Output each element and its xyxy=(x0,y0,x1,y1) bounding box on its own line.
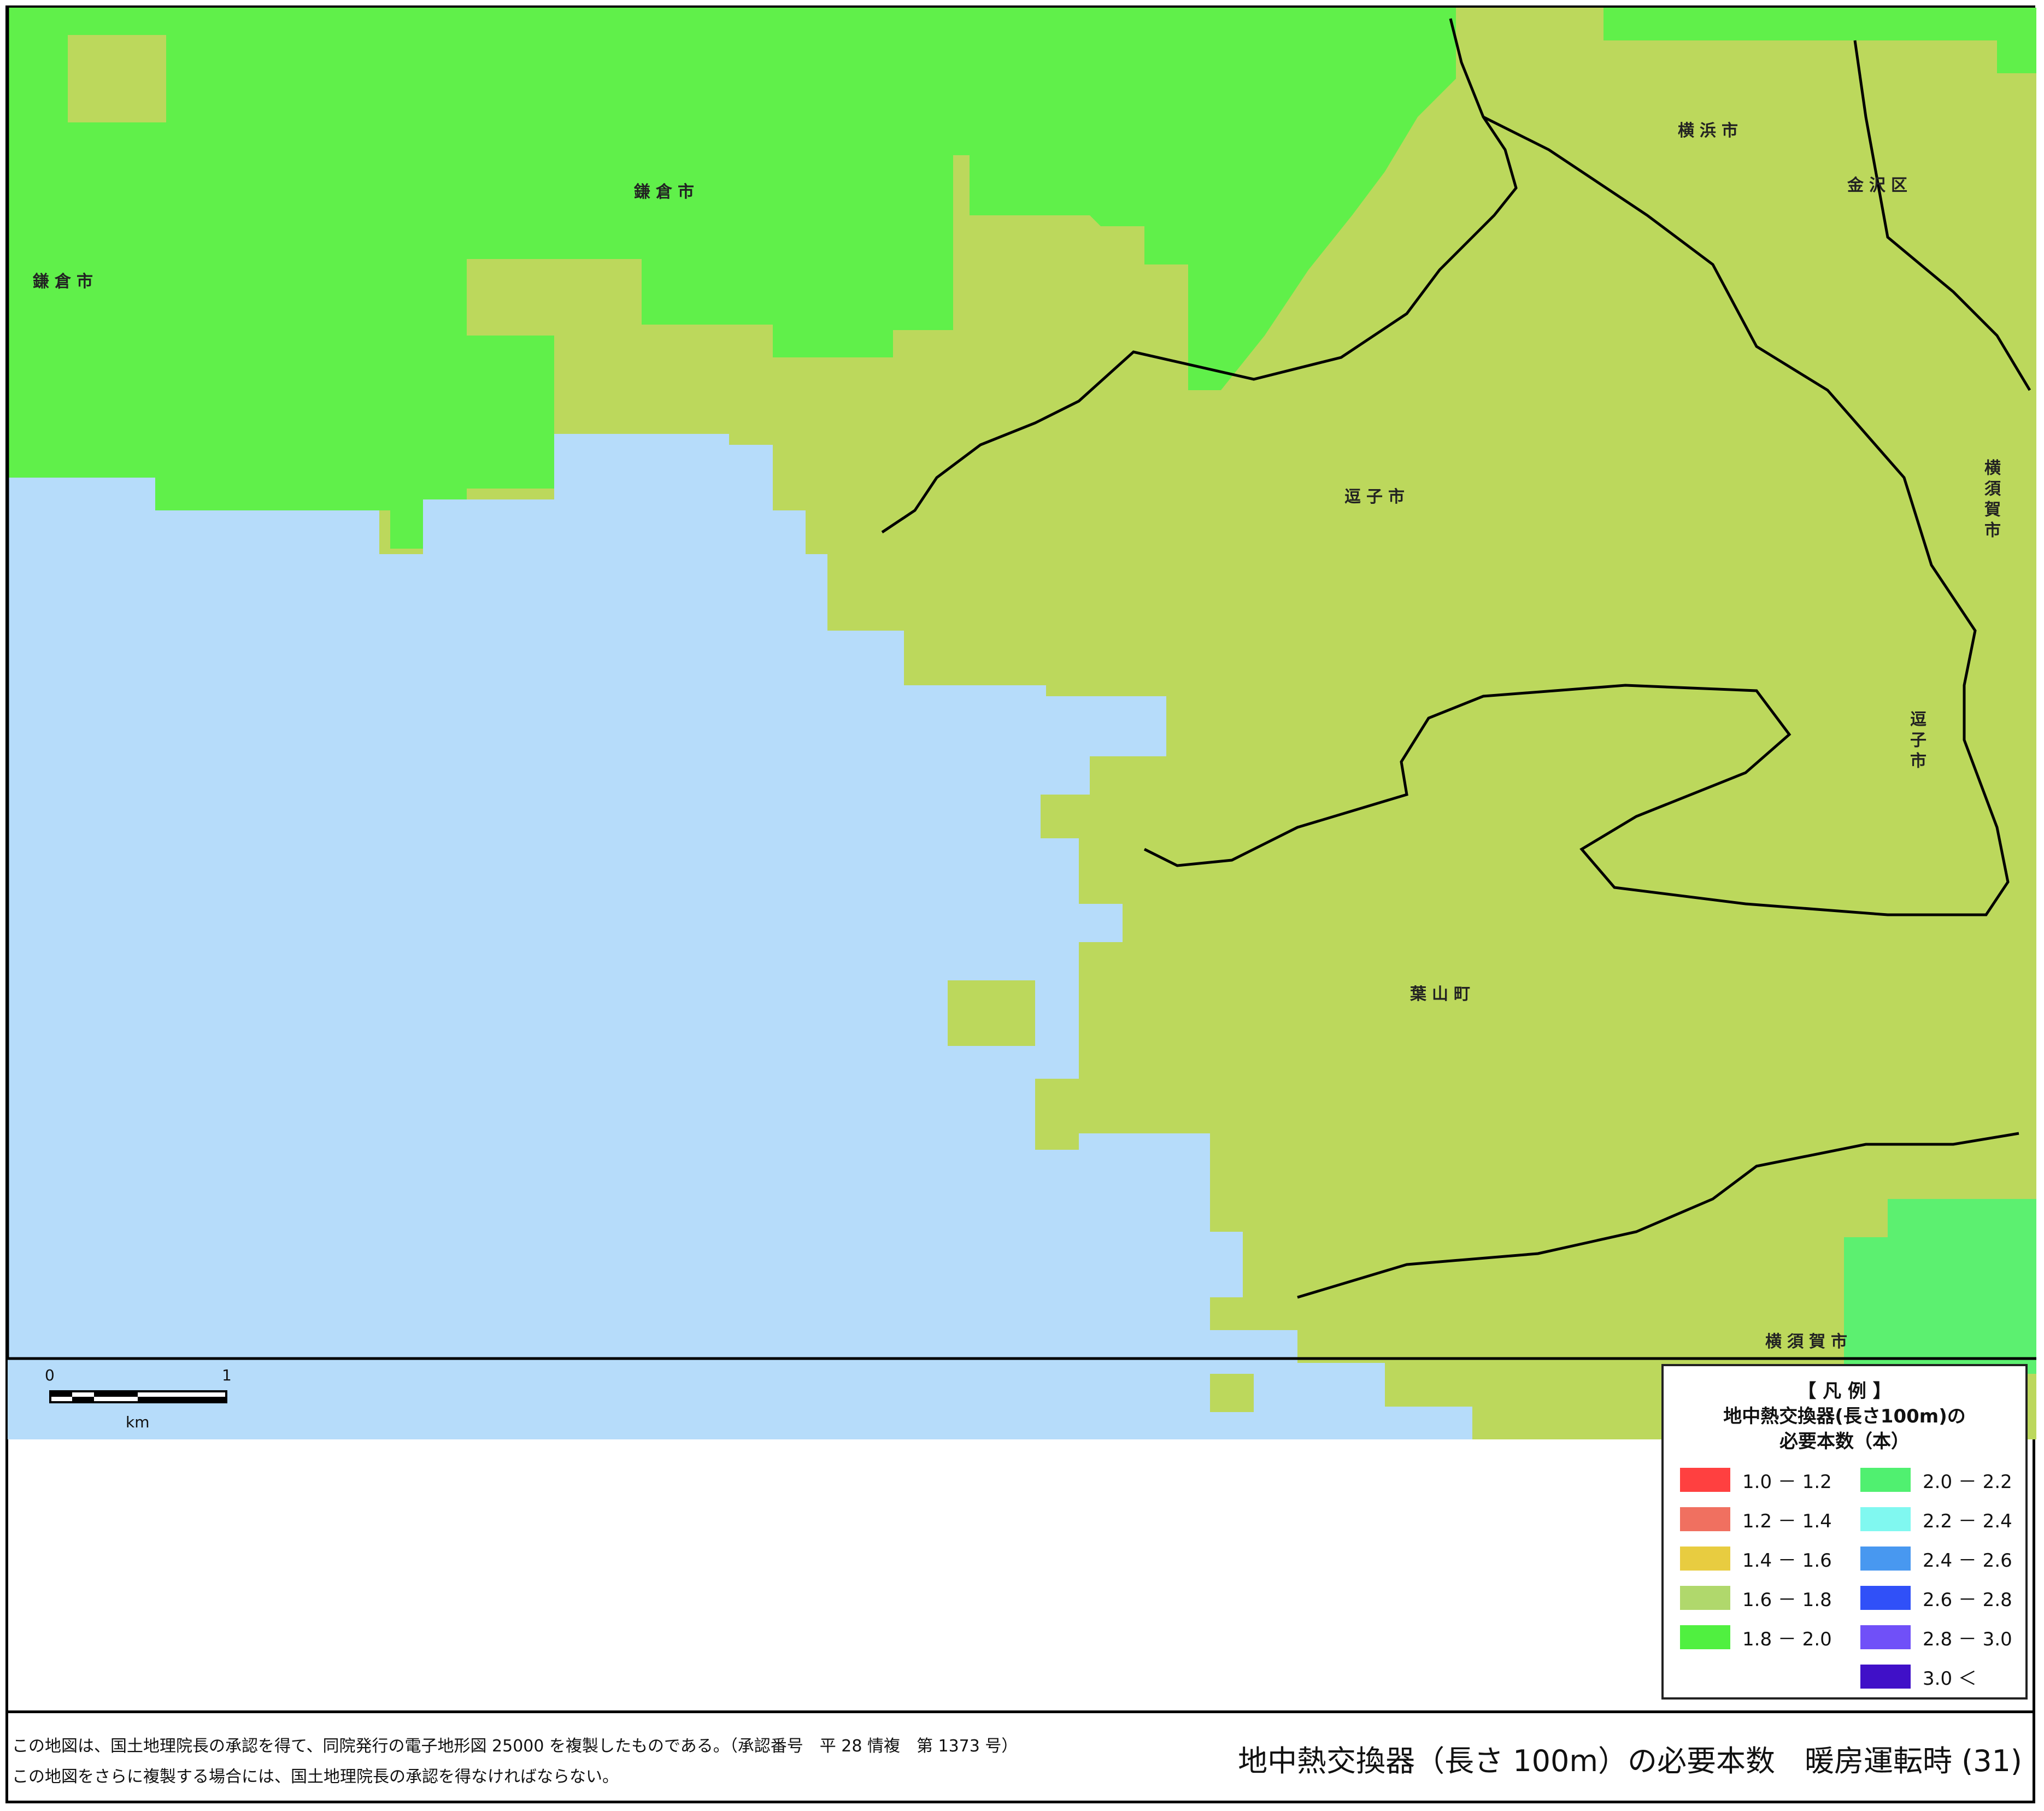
copyright-note: この地図は、国土地理院長の承認を得て、同院発行の電子地形図 25000 を複製し… xyxy=(12,1737,1018,1756)
legend-subtitle: 必要本数（本） xyxy=(1779,1431,1910,1453)
land-patch xyxy=(68,35,166,122)
legend-swatch xyxy=(1680,1507,1730,1531)
legend-title: 【 凡 例 】 xyxy=(1798,1380,1892,1402)
legend-label: 1.4 － 1.6 xyxy=(1742,1549,1832,1572)
scale-ruler xyxy=(49,1390,227,1403)
legend-swatch xyxy=(1860,1507,1911,1531)
legend-item: 2.4 － 2.6 xyxy=(1860,1547,2012,1572)
place-label: 金沢区 xyxy=(1847,176,1913,195)
legend: 【 凡 例 】 地中熱交換器(長さ100m)の 必要本数（本） 1.0 － 1.… xyxy=(1661,1364,2028,1700)
legend-item: 1.4 － 1.6 xyxy=(1680,1547,1832,1572)
place-label: 横須賀市 xyxy=(1981,459,2000,542)
map-title: 地中熱交換器（長さ 100m）の必要本数 暖房運転時 (31) xyxy=(1238,1744,2022,1778)
legend-label: 2.8 － 3.0 xyxy=(1923,1628,2012,1650)
scale-end: 1 xyxy=(222,1366,232,1384)
place-label: 鎌倉市 xyxy=(634,183,700,202)
legend-label: 2.2 － 2.4 xyxy=(1923,1510,2012,1532)
footer-divider xyxy=(5,1710,2035,1713)
scale-start: 0 xyxy=(45,1366,55,1384)
legend-item: 1.0 － 1.2 xyxy=(1680,1468,1832,1493)
legend-swatch xyxy=(1680,1547,1730,1571)
legend-swatch xyxy=(1680,1468,1730,1492)
island xyxy=(948,980,1035,1046)
legend-label: 1.8 － 2.0 xyxy=(1742,1628,1832,1650)
legend-item: 1.2 － 1.4 xyxy=(1680,1507,1832,1532)
copyright-note: この地図をさらに複製する場合には、国土地理院長の承認を得なければならない。 xyxy=(12,1767,619,1786)
legend-item: 2.8 － 3.0 xyxy=(1860,1625,2012,1650)
legend-swatch xyxy=(1680,1586,1730,1610)
legend-label: 2.0 － 2.2 xyxy=(1923,1471,2012,1493)
legend-swatch xyxy=(1860,1468,1911,1492)
island xyxy=(1210,1374,1254,1412)
legend-swatch xyxy=(1860,1547,1911,1571)
legend-item: 2.2 － 2.4 xyxy=(1860,1507,2012,1532)
legend-label: 2.4 － 2.6 xyxy=(1923,1549,2012,1572)
legend-swatch xyxy=(1680,1625,1730,1649)
legend-item: 2.0 － 2.2 xyxy=(1860,1468,2012,1493)
land-patch xyxy=(467,259,642,336)
place-label: 鎌倉市 xyxy=(33,272,98,291)
legend-item: 2.6 － 2.8 xyxy=(1860,1586,2012,1611)
legend-swatch xyxy=(1860,1625,1911,1649)
place-label: 横須賀市 xyxy=(1765,1332,1853,1351)
legend-label: 1.0 － 1.2 xyxy=(1742,1471,1832,1493)
place-label: 葉山町 xyxy=(1410,985,1476,1004)
legend-subtitle: 地中熱交換器(長さ100m)の xyxy=(1723,1406,1966,1427)
scale-unit: km xyxy=(126,1413,150,1431)
place-label: 逗子市 xyxy=(1344,487,1410,507)
legend-swatch xyxy=(1860,1586,1911,1610)
legend-item: 3.0 ＜ xyxy=(1860,1665,1977,1690)
legend-item: 1.6 － 1.8 xyxy=(1680,1586,1832,1611)
place-label: 横浜市 xyxy=(1678,121,1743,140)
place-label: 逗子市 xyxy=(1907,710,1926,773)
map-canvas[interactable] xyxy=(8,8,2036,1439)
legend-label: 1.6 － 1.8 xyxy=(1742,1589,1832,1611)
legend-swatch xyxy=(1860,1665,1911,1689)
legend-label: 3.0 ＜ xyxy=(1923,1667,1977,1690)
legend-label: 1.2 － 1.4 xyxy=(1742,1510,1832,1532)
legend-item: 1.8 － 2.0 xyxy=(1680,1625,1832,1650)
legend-label: 2.6 － 2.8 xyxy=(1923,1589,2012,1611)
